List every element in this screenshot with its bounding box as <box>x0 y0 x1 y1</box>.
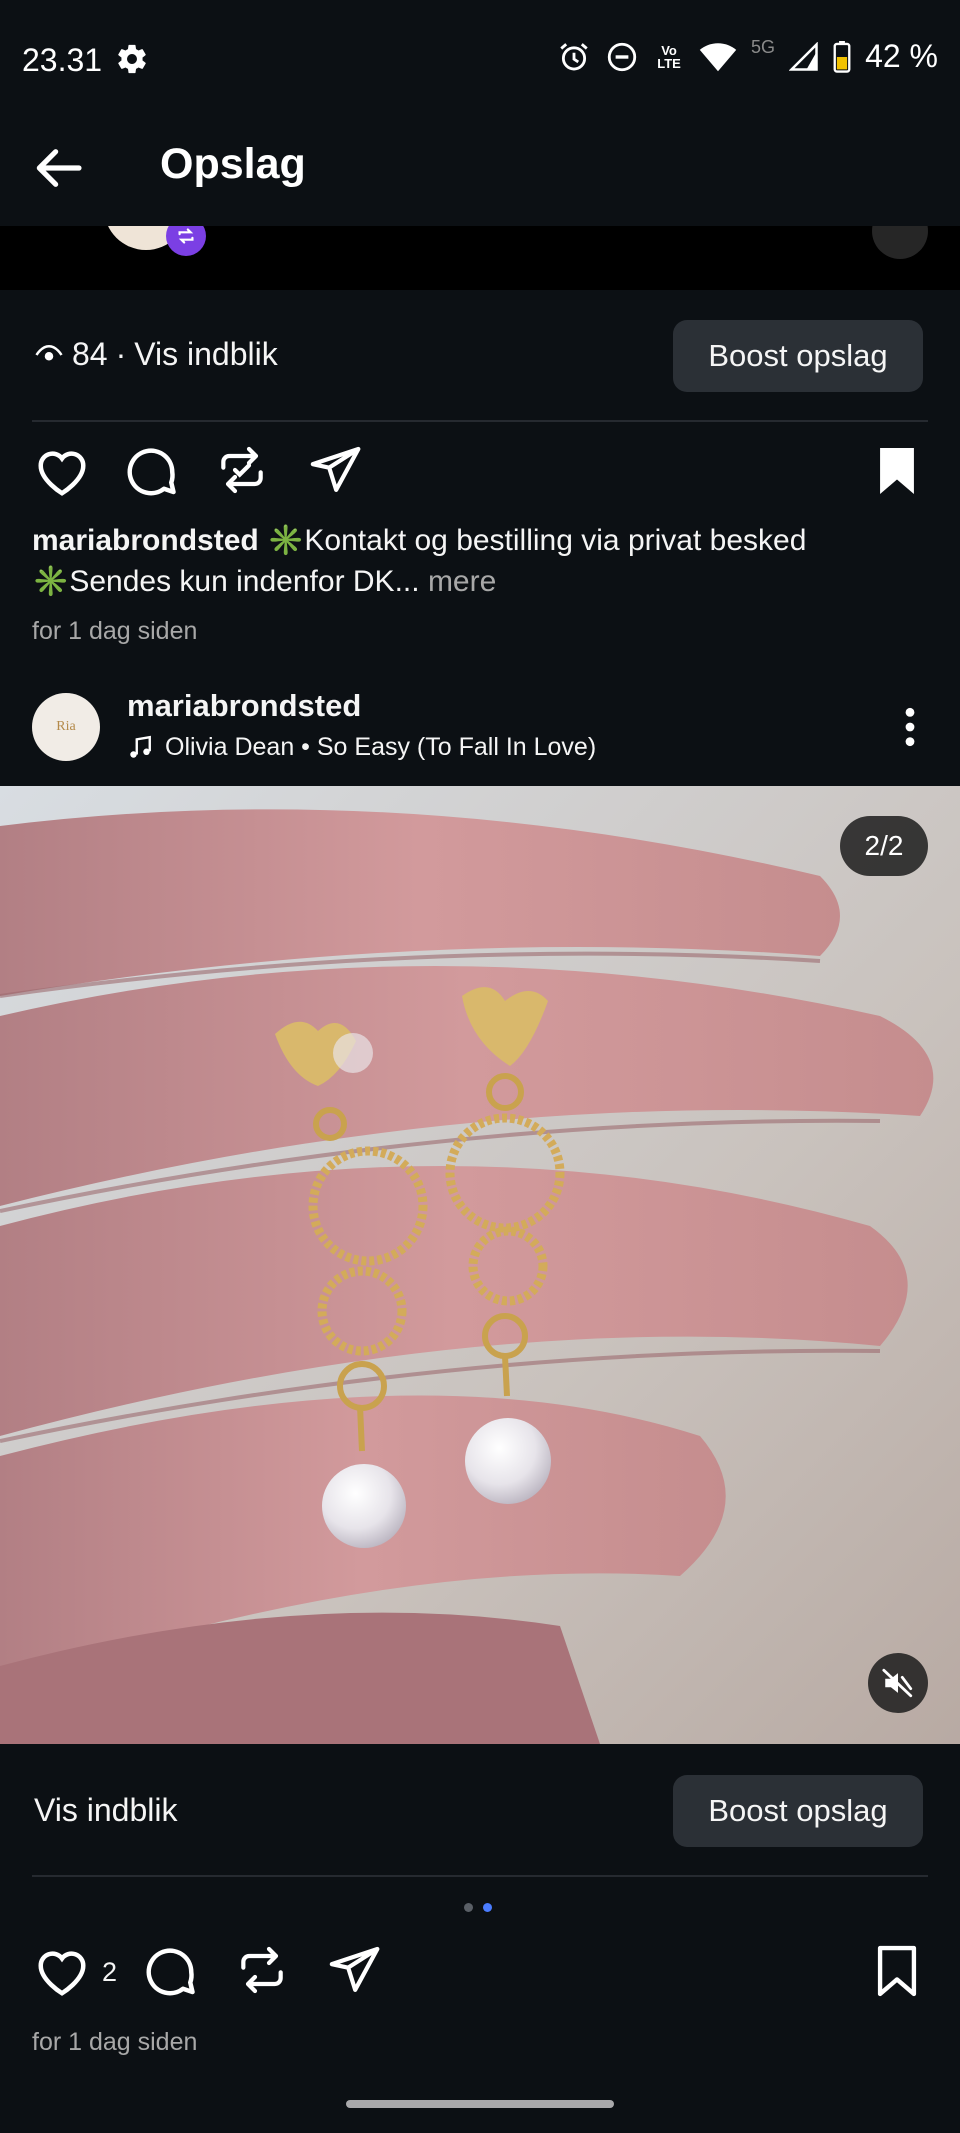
media-counter-badge: 2/2 <box>840 816 928 876</box>
comment-button[interactable] <box>121 442 181 502</box>
caption-line-1: ✳️Kontakt og bestilling via privat beske… <box>267 524 807 557</box>
insights-label: Vis indblik <box>134 336 278 372</box>
status-icons: Vo LTE 5G 42 % <box>557 37 938 75</box>
mute-icon <box>882 1668 913 1698</box>
comment-button-2[interactable] <box>140 1942 200 2002</box>
repost-button-2[interactable] <box>234 1942 294 2002</box>
caption-more-link[interactable]: mere <box>428 565 496 598</box>
divider-2 <box>32 1875 928 1877</box>
like-group[interactable]: 2 <box>32 1942 117 2002</box>
network-label: 5G <box>751 37 776 57</box>
heart-icon <box>38 451 86 496</box>
app-bar-bg <box>0 120 960 226</box>
bookmark-button[interactable] <box>868 442 928 502</box>
heart-icon <box>38 1951 86 1996</box>
earrings-photo <box>0 786 960 1744</box>
post-username[interactable]: mariabrondsted <box>127 688 361 724</box>
view-insights-link[interactable]: Vis indblik <box>34 1792 177 1829</box>
previous-post-timestamp: for 1 dag siden <box>32 617 198 645</box>
views-insight-link[interactable]: 84 · Vis indblik <box>34 336 278 373</box>
music-icon <box>130 735 151 758</box>
like-button[interactable] <box>32 442 92 502</box>
mute-button[interactable] <box>868 1653 928 1713</box>
home-indicator[interactable] <box>346 2100 614 2108</box>
back-arrow-icon <box>36 149 82 187</box>
status-bar: 23.31 Vo LTE 5G 42 % <box>0 0 960 120</box>
post-more-button[interactable] <box>890 705 930 749</box>
repost-icon <box>221 446 263 494</box>
divider <box>32 420 928 422</box>
repost-button[interactable] <box>214 442 274 502</box>
boost-post-button-2[interactable]: Boost opslag <box>673 1775 923 1847</box>
carousel-dot-active <box>483 1903 492 1912</box>
boost-post-button[interactable]: Boost opslag <box>673 320 923 392</box>
bookmark-icon <box>880 448 914 494</box>
avatar-logo-text: Ria <box>56 719 76 734</box>
gear-icon <box>115 42 149 76</box>
alarm-icon <box>557 40 591 74</box>
share-icon <box>329 1946 380 1992</box>
post-timestamp: for 1 dag siden <box>32 2028 198 2056</box>
repost-icon <box>241 1946 283 1994</box>
post-avatar[interactable]: Ria <box>32 693 100 761</box>
bookmark-icon <box>877 1945 917 1997</box>
carousel-dot <box>464 1903 473 1912</box>
carousel-indicator <box>464 1903 492 1912</box>
caption-ellipsis: ... <box>394 565 420 598</box>
share-icon <box>310 446 361 492</box>
caption-line-2: ✳️Sendes kun indenfor DK <box>32 565 395 598</box>
status-time: 23.31 <box>22 42 103 78</box>
music-label: Olivia Dean • So Easy (To Fall In Love) <box>165 733 597 761</box>
volte-icon: Vo LTE <box>657 42 681 71</box>
dnd-icon <box>605 40 639 74</box>
wifi-icon <box>699 41 737 73</box>
battery-percent: 42 % <box>865 38 938 74</box>
eye-icon <box>35 344 63 360</box>
page-title-overlay: Opslag <box>160 140 306 188</box>
battery-icon <box>833 40 851 73</box>
repost-icon <box>178 228 194 244</box>
caption-username[interactable]: mariabrondsted <box>32 524 259 557</box>
like-count[interactable]: 2 <box>102 1957 117 1988</box>
bookmark-button-2[interactable] <box>868 1942 928 2002</box>
more-icon <box>905 707 915 747</box>
signal-icon <box>789 41 819 72</box>
comment-icon <box>127 448 176 496</box>
views-count: 84 <box>72 336 108 372</box>
share-button-2[interactable] <box>326 1942 386 2002</box>
views-separator: · <box>115 336 127 372</box>
share-button[interactable] <box>307 442 367 502</box>
post-music-link[interactable]: Olivia Dean • So Easy (To Fall In Love) <box>127 733 596 762</box>
post-media-image[interactable] <box>0 786 960 1744</box>
back-button-overlay[interactable] <box>30 140 94 196</box>
previous-post-caption: mariabrondsted ✳️Kontakt og bestilling v… <box>32 520 932 602</box>
comment-icon <box>146 1948 195 1996</box>
